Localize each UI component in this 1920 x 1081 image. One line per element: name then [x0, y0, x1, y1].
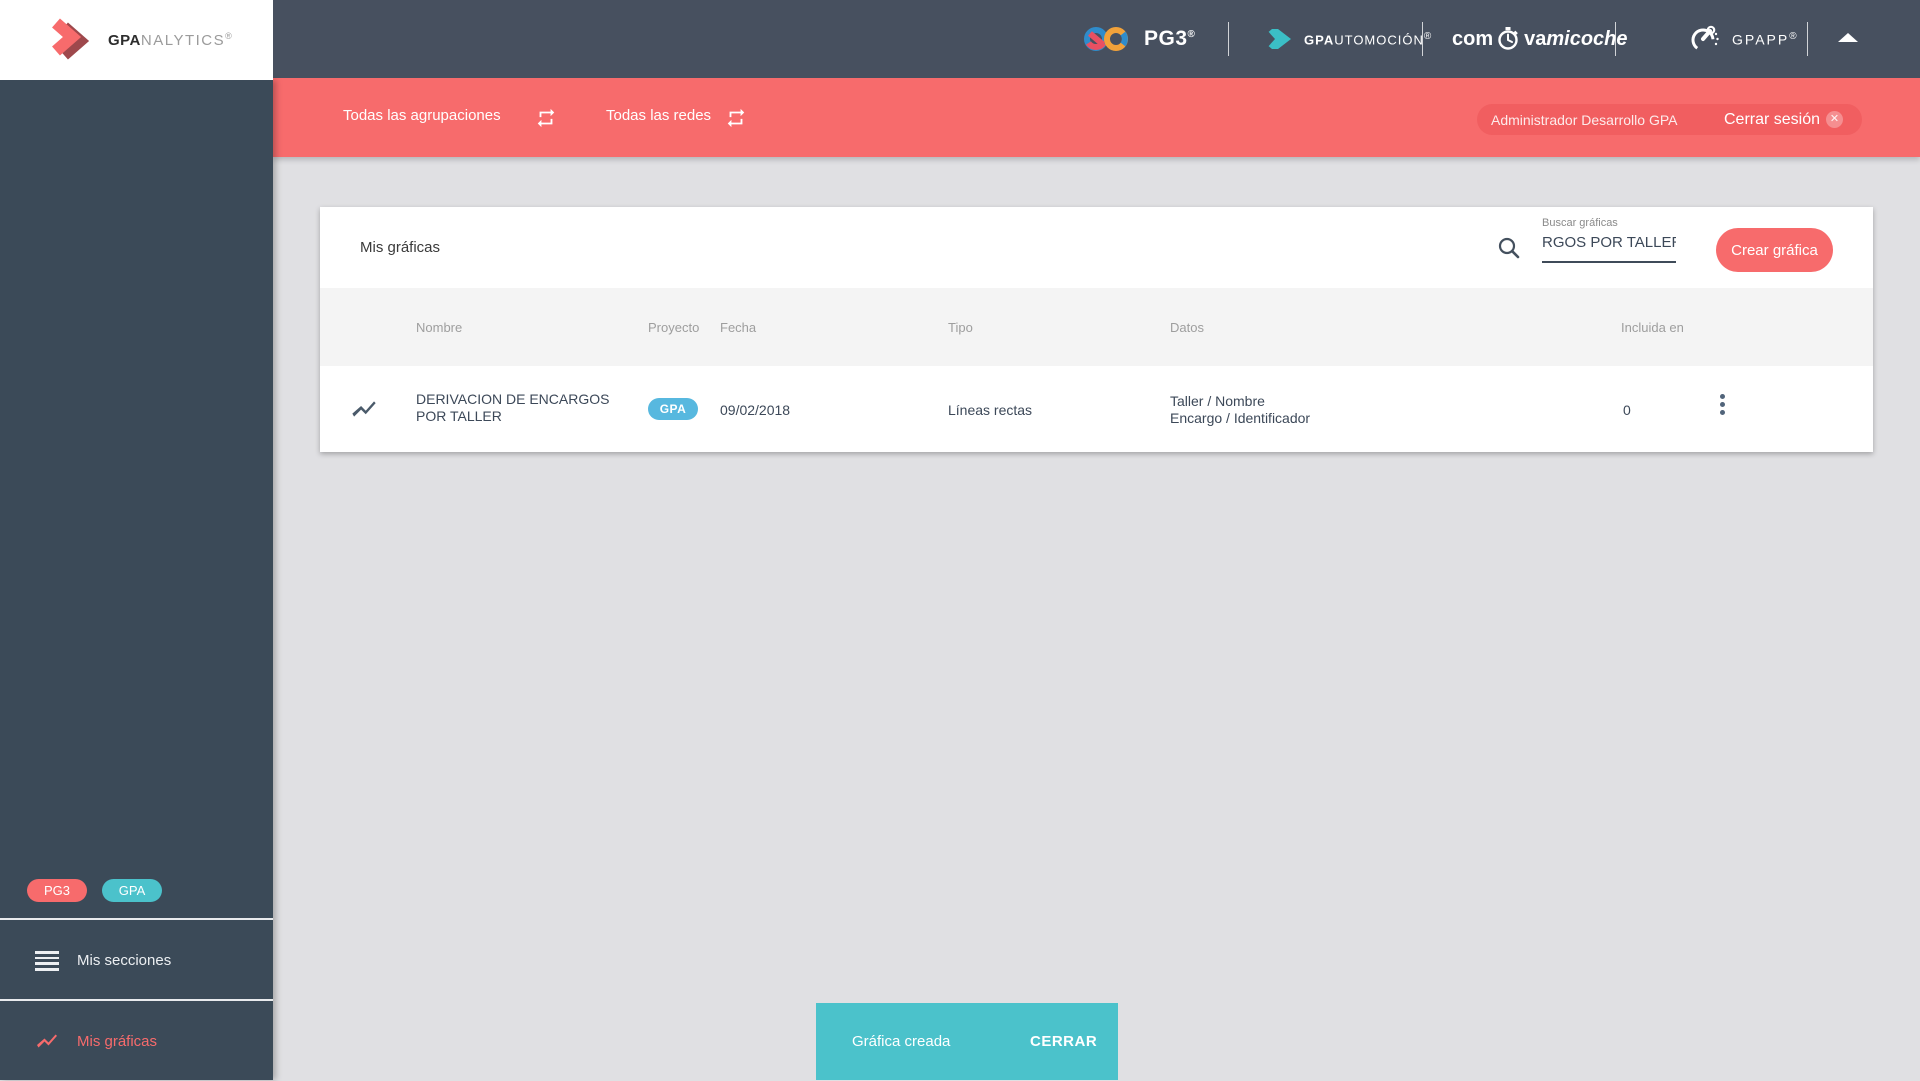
- nav-app-gpautomocion[interactable]: GPAUTOMOCIÓN®: [1262, 0, 1432, 78]
- swap-networks-icon[interactable]: [725, 107, 747, 129]
- col-header-incluida-en: Incluida en: [1621, 320, 1684, 335]
- logout-x-icon[interactable]: ✕: [1826, 111, 1843, 128]
- charts-card: Mis gráficas Buscar gráficas RGOS POR TA…: [320, 207, 1873, 452]
- stopwatch-icon: [1496, 26, 1521, 52]
- col-header-tipo: Tipo: [948, 320, 973, 335]
- sidebar-badge-gpa[interactable]: GPA: [102, 879, 162, 902]
- search-field-label: Buscar gráficas: [1542, 217, 1618, 229]
- cell-type: Líneas rectas: [948, 402, 1033, 418]
- gpautomocion-label: GPAUTOMOCIÓN®: [1304, 30, 1433, 48]
- sidebar-badge-pg3[interactable]: PG3: [27, 879, 87, 902]
- row-menu-kebab-icon[interactable]: [1712, 394, 1732, 424]
- gpanalytics-wordmark: GPANALYTICS®: [108, 31, 232, 49]
- nav-divider: [1228, 22, 1229, 56]
- nav-app-comprovamicoche[interactable]: com va micoche: [1452, 0, 1628, 78]
- pg3-infinity-icon: [1082, 24, 1134, 54]
- top-app-bar: PG3® GPAUTOMOCIÓN® com va micoche GPAPP®: [0, 0, 1920, 78]
- page-title: Mis gráficas: [360, 239, 441, 256]
- filter-networks-label[interactable]: Todas las redes: [606, 107, 711, 124]
- gpanalytics-arrow-icon: [46, 15, 94, 65]
- cell-included-in: 0: [1623, 402, 1631, 418]
- filter-bar: Todas las agrupaciones Todas las redes A…: [273, 78, 1920, 157]
- gpapp-wrench-icon: [1688, 22, 1722, 56]
- comprova-label-left: com: [1452, 27, 1494, 50]
- search-input[interactable]: RGOS POR TALLER: [1542, 233, 1676, 263]
- nav-divider: [1615, 22, 1616, 56]
- logout-button[interactable]: Cerrar sesión: [1724, 111, 1820, 129]
- pg3-label: PG3®: [1144, 27, 1196, 50]
- comprova-label-right: va micoche: [1524, 27, 1628, 50]
- user-session-pill: Administrador Desarrollo GPA Cerrar sesi…: [1477, 104, 1862, 135]
- snackbar-close-button[interactable]: CERRAR: [1030, 1033, 1097, 1050]
- sections-list-icon: [35, 951, 59, 975]
- gpapp-label: GPAPP®: [1732, 30, 1799, 48]
- filter-groupings-label[interactable]: Todas las agrupaciones: [343, 107, 501, 124]
- table-row[interactable]: DERIVACION DE ENCARGOS POR TALLER GPA 09…: [320, 366, 1873, 452]
- nav-app-pg3[interactable]: PG3®: [1082, 0, 1195, 78]
- nav-divider: [1422, 22, 1423, 56]
- cell-name: DERIVACION DE ENCARGOS POR TALLER: [416, 391, 610, 424]
- col-header-fecha: Fecha: [720, 320, 757, 335]
- sidebar-item-label: Mis gráficas: [77, 1032, 158, 1050]
- nav-app-gpapp[interactable]: GPAPP®: [1688, 0, 1799, 78]
- search-icon[interactable]: [1496, 235, 1522, 261]
- cell-data: Taller / Nombre Encargo / Identificador: [1170, 393, 1311, 426]
- swap-groupings-icon[interactable]: [535, 107, 557, 129]
- line-chart-icon: [35, 1029, 59, 1053]
- collapse-topbar-arrow-icon[interactable]: [1838, 33, 1858, 42]
- sidebar-item-label: Mis secciones: [77, 951, 172, 969]
- gpautomocion-arrow-icon: [1262, 24, 1294, 54]
- cell-date: 09/02/2018: [720, 402, 791, 418]
- sidebar-item-mis-graficas[interactable]: Mis gráficas: [0, 1001, 273, 1081]
- sidebar: PG3 GPA Mis secciones Mis gráficas: [0, 80, 273, 1080]
- sidebar-item-mis-secciones[interactable]: Mis secciones: [0, 920, 273, 1000]
- project-badge: GPA: [648, 398, 698, 420]
- line-chart-icon: [350, 395, 378, 423]
- main-content: Mis gráficas Buscar gráficas RGOS POR TA…: [273, 157, 1920, 1080]
- sidebar-badges: PG3 GPA: [0, 879, 273, 902]
- col-header-nombre: Nombre: [416, 320, 463, 335]
- user-name-label: Administrador Desarrollo GPA: [1491, 111, 1678, 128]
- app-logo: GPANALYTICS®: [0, 0, 273, 80]
- col-header-proyecto: Proyecto: [648, 320, 700, 335]
- snackbar: Gráfica creada CERRAR: [816, 1003, 1118, 1080]
- table-header-row: Nombre Proyecto Fecha Tipo Datos Incluid…: [320, 288, 1873, 366]
- create-chart-button[interactable]: Crear gráfica: [1716, 228, 1833, 272]
- nav-divider: [1807, 22, 1808, 56]
- snackbar-message: Gráfica creada: [852, 1033, 951, 1050]
- col-header-datos: Datos: [1170, 320, 1204, 335]
